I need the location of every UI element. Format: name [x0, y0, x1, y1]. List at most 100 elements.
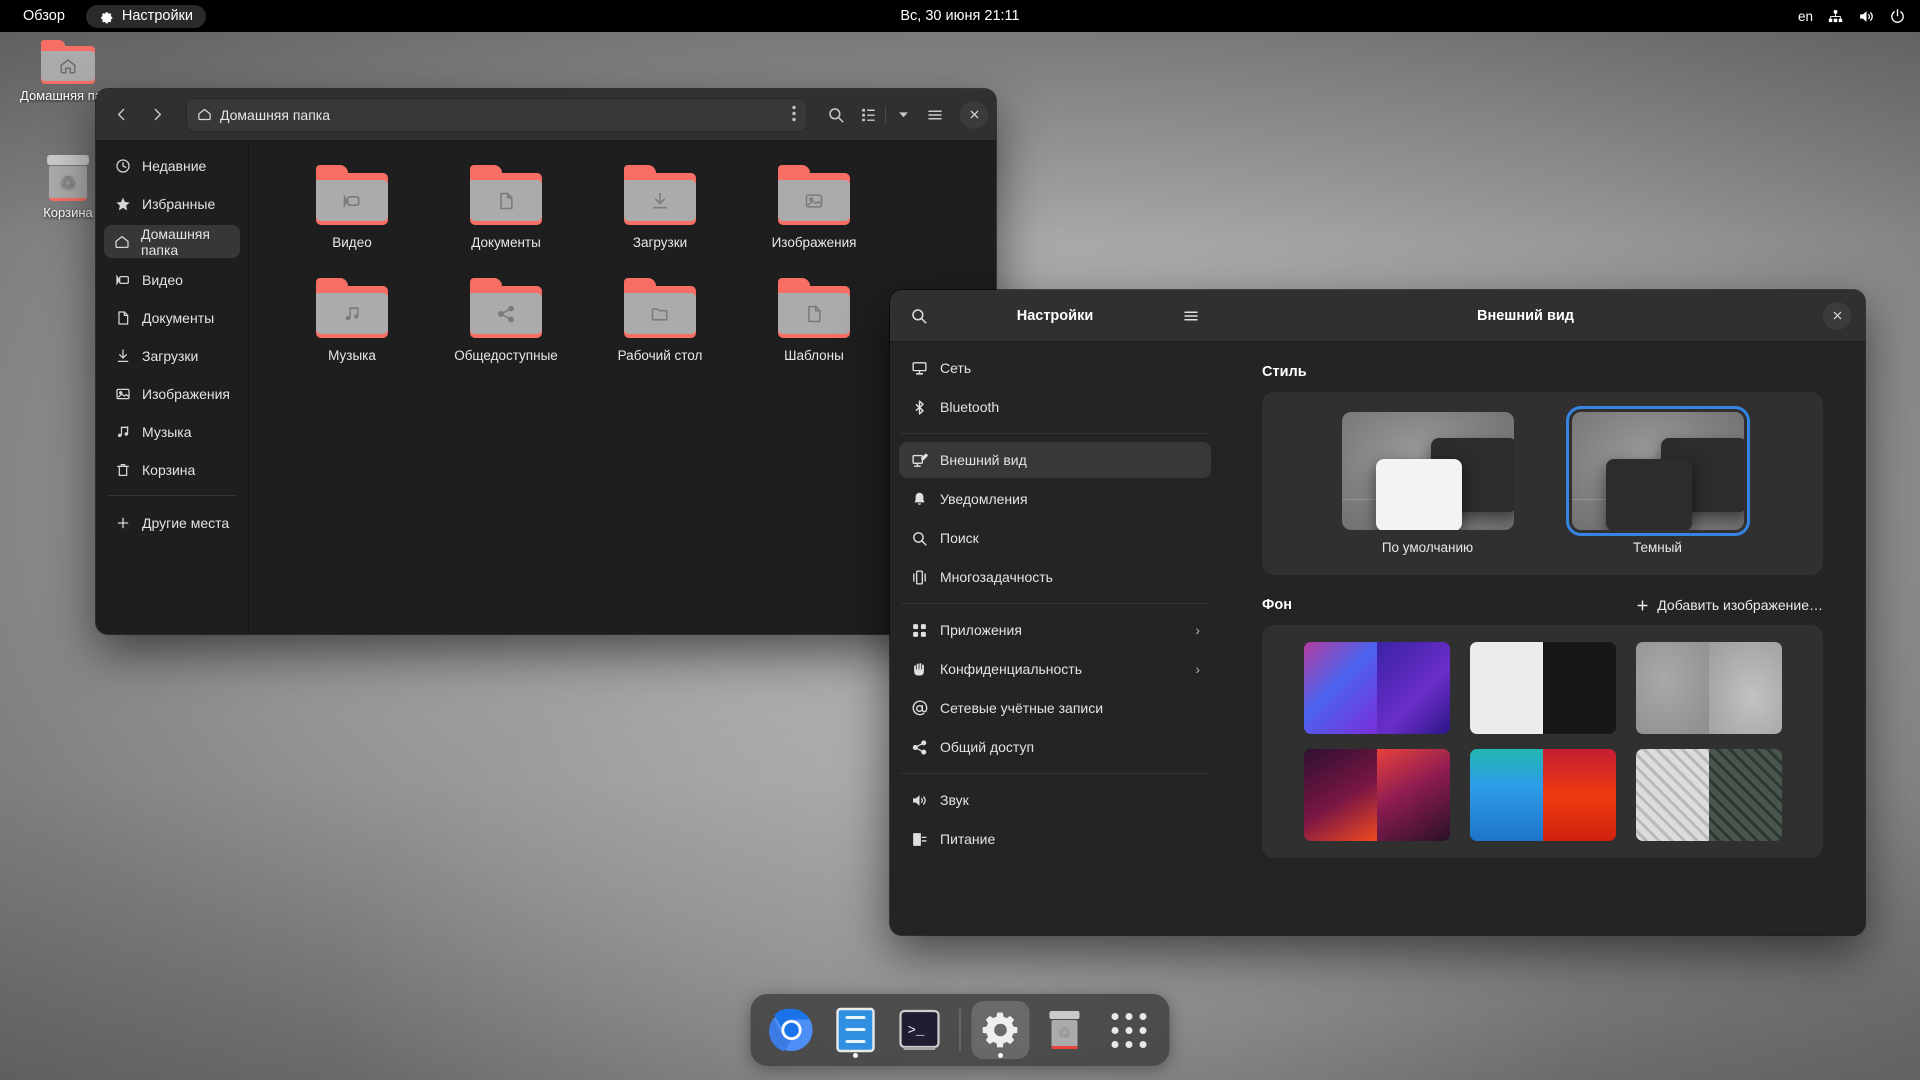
network-icon — [910, 360, 928, 377]
nav-divider — [901, 773, 1209, 774]
folder-label: Изображения — [771, 235, 857, 250]
plus-icon — [114, 515, 131, 531]
folder-item[interactable]: Видео — [275, 165, 429, 250]
keyboard-layout-label: en — [1797, 8, 1813, 24]
desktop-icon-label: Корзина — [43, 205, 93, 220]
music-icon — [114, 424, 131, 440]
sidebar-item-other-locations[interactable]: Другие места — [104, 506, 240, 539]
sidebar-item-label: Документы — [142, 309, 215, 326]
settings-menu-button[interactable] — [1174, 299, 1208, 333]
document-icon — [114, 310, 131, 326]
folder-item[interactable]: Документы — [429, 165, 583, 250]
clock-button[interactable]: Вс, 30 июня 21:11 — [900, 0, 1019, 32]
wallpaper-thumbnail[interactable] — [1303, 642, 1450, 734]
settings-window[interactable]: Настройки Сеть Bluetooth Внешний вид Уве… — [890, 290, 1865, 935]
nav-item-power[interactable]: Питание — [899, 821, 1211, 857]
wallpaper-thumbnail[interactable] — [1469, 642, 1616, 734]
folder-item[interactable]: Рабочий стол — [583, 278, 737, 363]
sidebar-divider — [108, 495, 236, 496]
dock-item-terminal[interactable]: >_ — [891, 1001, 949, 1059]
sidebar-item-starred[interactable]: Избранные — [104, 187, 240, 220]
main-menu-button[interactable] — [918, 98, 952, 132]
folder-item[interactable]: Музыка — [275, 278, 429, 363]
sidebar-item-music[interactable]: Музыка — [104, 415, 240, 448]
multitasking-icon — [910, 569, 928, 586]
nav-item-sharing[interactable]: Общий доступ — [899, 729, 1211, 765]
sidebar-item-downloads[interactable]: Загрузки — [104, 339, 240, 372]
settings-close-button[interactable] — [1823, 301, 1851, 330]
system-indicators[interactable]: en — [1798, 8, 1920, 25]
settings-search-button[interactable] — [902, 299, 936, 333]
nav-item-label: Bluetooth — [940, 399, 1000, 415]
nav-item-label: Уведомления — [940, 491, 1028, 507]
back-button[interactable] — [104, 98, 138, 132]
nav-item-online-accounts[interactable]: Сетевые учётные записи — [899, 690, 1211, 726]
clock-icon — [114, 158, 131, 174]
folder-label: Общедоступные — [454, 348, 558, 363]
folder-item[interactable]: Общедоступные — [429, 278, 583, 363]
path-bar[interactable]: Домашняя папка — [186, 97, 807, 132]
sidebar-item-pictures[interactable]: Изображения — [104, 377, 240, 410]
sidebar-item-trash[interactable]: Корзина — [104, 453, 240, 486]
nav-item-sound[interactable]: Звук — [899, 782, 1211, 818]
add-picture-button[interactable]: Добавить изображение… — [1635, 597, 1823, 613]
gear-icon — [99, 9, 114, 24]
file-cabinet-icon — [836, 1007, 875, 1053]
dock-item-files[interactable] — [827, 1001, 885, 1059]
nav-item-multitasking[interactable]: Многозадачность — [899, 559, 1211, 595]
sidebar-item-label: Домашняя папка — [141, 225, 210, 258]
style-section-title: Стиль — [1262, 364, 1307, 380]
top-bar: Обзор Настройки Вс, 30 июня 21:11 en — [0, 0, 1920, 32]
wallpaper-thumbnail[interactable] — [1635, 642, 1782, 734]
chevron-right-icon: › — [1195, 622, 1200, 638]
settings-nav-list: Сеть Bluetooth Внешний вид Уведомления П… — [890, 342, 1220, 935]
style-option-dark[interactable]: Темный — [1565, 406, 1750, 555]
sidebar-item-videos[interactable]: Видео — [104, 263, 240, 296]
vertical-dots-icon[interactable] — [792, 105, 796, 125]
power-icon — [1889, 8, 1906, 25]
download-icon — [114, 348, 131, 364]
forward-button[interactable] — [140, 98, 174, 132]
dock-item-settings[interactable] — [971, 1001, 1030, 1059]
folder-label: Музыка — [328, 348, 376, 363]
active-app-button[interactable]: Настройки — [85, 4, 206, 28]
wallpaper-thumbnail[interactable] — [1303, 749, 1450, 841]
close-button[interactable] — [960, 100, 988, 129]
nav-item-search[interactable]: Поиск — [899, 520, 1211, 556]
wallpaper-thumbnail[interactable] — [1635, 749, 1782, 841]
folder-item[interactable]: Изображения — [737, 165, 891, 250]
share-icon — [910, 739, 928, 756]
settings-sidebar-header: Настройки — [890, 290, 1220, 342]
dock-item-show-applications[interactable] — [1100, 1001, 1158, 1059]
nav-item-applications[interactable]: Приложения › — [899, 612, 1211, 648]
dock-item-trash[interactable]: ♲ — [1036, 1001, 1094, 1059]
nav-item-privacy[interactable]: Конфиденциальность › — [899, 651, 1211, 687]
nav-item-notifications[interactable]: Уведомления — [899, 481, 1211, 517]
files-window[interactable]: Домашняя папка Недавние Избранные Домашн… — [96, 89, 996, 634]
overview-button[interactable]: Обзор — [10, 5, 78, 28]
sidebar-item-label: Другие места — [142, 514, 230, 531]
search-button[interactable] — [819, 98, 853, 132]
sidebar-item-home[interactable]: Домашняя папка — [104, 225, 240, 258]
folder-item[interactable]: Шаблоны — [737, 278, 891, 363]
running-indicator — [998, 1053, 1003, 1058]
style-option-label: Темный — [1633, 540, 1682, 555]
sidebar-item-documents[interactable]: Документы — [104, 301, 240, 334]
nav-item-appearance[interactable]: Внешний вид — [899, 442, 1211, 478]
apps-grid-icon — [910, 622, 928, 639]
wallpaper-thumbnail[interactable] — [1469, 749, 1616, 841]
folder-item[interactable]: Загрузки — [583, 165, 737, 250]
dock-item-chromium[interactable] — [763, 1001, 821, 1059]
folder-label: Документы — [471, 235, 541, 250]
nav-item-network[interactable]: Сеть — [899, 350, 1211, 386]
nav-item-bluetooth[interactable]: Bluetooth — [899, 389, 1211, 425]
sidebar-item-recent[interactable]: Недавние — [104, 149, 240, 182]
sidebar-item-label: Корзина — [142, 461, 196, 478]
search-icon — [910, 530, 928, 547]
plus-icon — [1635, 598, 1650, 613]
style-option-label: По умолчанию — [1381, 540, 1474, 555]
style-option-default[interactable]: По умолчанию — [1341, 412, 1514, 555]
clock-label: Вс, 30 июня 21:11 — [900, 8, 1020, 24]
view-dropdown-button[interactable] — [890, 98, 916, 132]
view-list-button[interactable] — [855, 98, 881, 132]
